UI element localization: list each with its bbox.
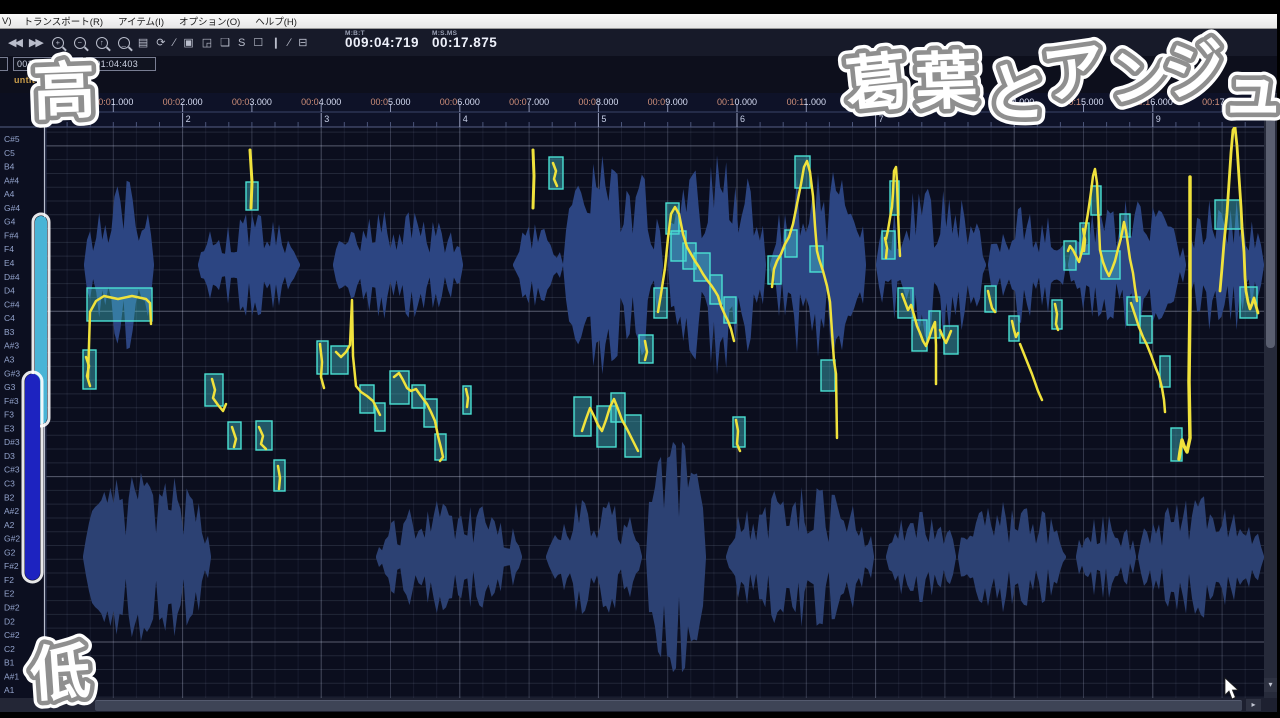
time-label: 00:12.000 (856, 97, 896, 107)
time-label: 00:08.000 (578, 97, 618, 107)
pitch-editor-canvas[interactable]: 00:01.000 00:02.000 00:03.000 00:04.000 00:0… (0, 0, 1280, 718)
bar-number: 6 (740, 114, 745, 124)
note-box[interactable] (820, 359, 836, 392)
piano-note-label: F#2 (4, 561, 19, 571)
piano-note-label: F#4 (4, 230, 19, 240)
piano-note-label: C2 (4, 644, 15, 654)
time-label: 00:06.000 (440, 97, 480, 107)
note-box[interactable] (86, 287, 153, 322)
time-label: 00:04.000 (301, 97, 341, 107)
piano-note-label: F4 (4, 244, 14, 254)
time-label: 00:07.000 (509, 97, 549, 107)
note-box[interactable] (881, 230, 896, 260)
time-label: 00:05.000 (370, 97, 410, 107)
piano-note-label: G4 (4, 217, 16, 227)
time-label: 00:10.000 (717, 97, 757, 107)
piano-note-label: D3 (4, 451, 15, 461)
horizontal-scroll-track-left[interactable] (0, 698, 95, 712)
note-box[interactable] (1139, 315, 1153, 344)
pitch-curve[interactable] (531, 148, 536, 210)
piano-note-label: A1 (4, 685, 15, 695)
piano-note-label: G#3 (4, 368, 20, 378)
piano-note-label: C#5 (4, 134, 20, 144)
piano-note-label: B3 (4, 327, 15, 337)
bar-number: 8 (1017, 114, 1022, 124)
time-label: 00:11.000 (787, 97, 826, 107)
piano-note-label: A2 (4, 520, 15, 530)
piano-note-label: C#3 (4, 465, 20, 475)
piano-note-label: G#4 (4, 203, 20, 213)
piano-note-label: D2 (4, 616, 15, 626)
piano-note-label: D#2 (4, 603, 20, 613)
note-box[interactable] (911, 319, 928, 352)
vertical-scrollbar[interactable]: ▴ ▾ (1264, 93, 1277, 698)
time-label: 00:09.000 (648, 97, 688, 107)
bar-number: 5 (601, 114, 606, 124)
bar-number: 4 (463, 114, 468, 124)
scroll-up-icon[interactable]: ▴ (1264, 93, 1277, 107)
bar-number: 7 (879, 114, 884, 124)
piano-note-label: G3 (4, 382, 16, 392)
scroll-down-icon[interactable]: ▾ (1264, 678, 1277, 692)
piano-note-label: C#4 (4, 299, 20, 309)
piano-note-label: E4 (4, 258, 15, 268)
piano-note-label: D4 (4, 286, 15, 296)
time-label: 00:03.000 (232, 97, 272, 107)
time-label: 00:14.000 (994, 97, 1034, 107)
piano-note-label: D#4 (4, 272, 20, 282)
scroll-right-icon[interactable]: ▸ (1246, 699, 1261, 711)
bar-number: 9 (1156, 114, 1161, 124)
piano-note-label: C5 (4, 148, 15, 158)
piano-note-label: A#3 (4, 341, 19, 351)
piano-note-label: A#2 (4, 506, 19, 516)
time-label: 00:17.000 (1202, 97, 1242, 107)
piano-note-label: E3 (4, 423, 15, 433)
piano-note-label: A#1 (4, 671, 19, 681)
vertical-scroll-thumb[interactable] (1266, 112, 1275, 348)
note-box[interactable] (330, 345, 349, 375)
letterbox-bottom (0, 712, 1280, 718)
bar-number: 3 (324, 114, 329, 124)
note-box[interactable] (693, 252, 711, 282)
note-box[interactable] (1090, 185, 1102, 216)
bar-number: 2 (186, 114, 191, 124)
piano-note-label: C#2 (4, 630, 20, 640)
piano-note-label: E2 (4, 589, 15, 599)
piano-note-label: F2 (4, 575, 14, 585)
piano-note-label: F#3 (4, 396, 19, 406)
time-label: 00:02.000 (163, 97, 203, 107)
piano-note-label: G#2 (4, 534, 20, 544)
time-label: 00:01.000 (93, 97, 133, 107)
note-box[interactable] (411, 384, 426, 409)
piano-note-label: C3 (4, 479, 15, 489)
piano-note-label: B1 (4, 658, 15, 668)
piano-note-label: A3 (4, 354, 15, 364)
horizontal-scroll-thumb[interactable] (95, 700, 1242, 711)
piano-note-label: A4 (4, 189, 15, 199)
piano-note-label: C4 (4, 313, 15, 323)
piano-note-label: A#4 (4, 175, 19, 185)
horizontal-scrollbar[interactable]: ▸ (0, 698, 1280, 712)
piano-note-label: G2 (4, 547, 16, 557)
piano-note-label: B2 (4, 492, 15, 502)
pitch-editor-window: V) トランスポート(R) アイテム(I) オプション(O) ヘルプ(H) M:B:T … (0, 0, 1280, 718)
time-label: 00:13.000 (925, 97, 965, 107)
piano-note-label: F3 (4, 410, 14, 420)
piano-note-label: B4 (4, 162, 15, 172)
piano-note-label: D#3 (4, 437, 20, 447)
time-label: 00:15.000 (1063, 97, 1103, 107)
time-label: 00:16.000 (1133, 97, 1173, 107)
